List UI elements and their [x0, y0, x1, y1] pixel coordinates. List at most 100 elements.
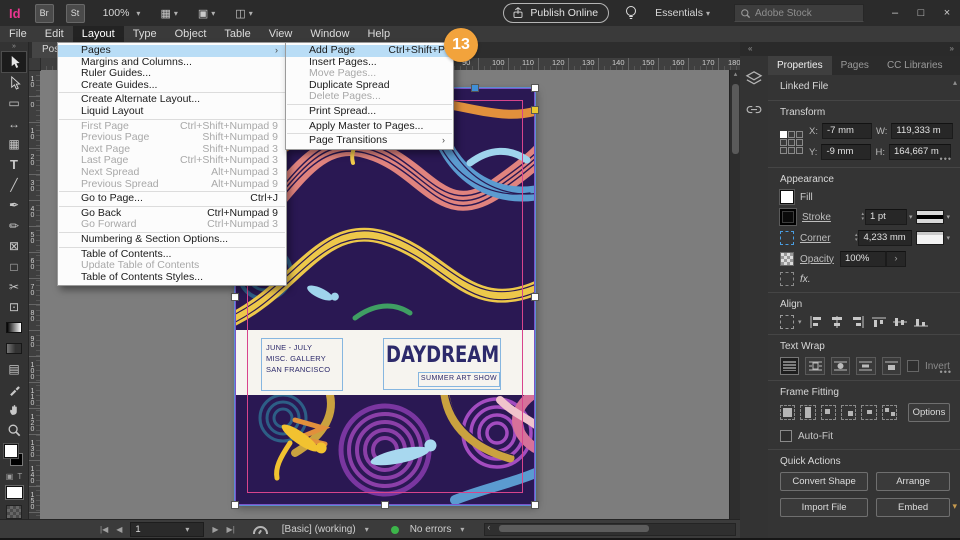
fit-content-to-frame-icon[interactable] — [841, 405, 856, 420]
arrange-documents-dropdown-icon[interactable]: ▾ — [249, 9, 253, 18]
corner-radius-value[interactable]: 4,233 mm — [858, 230, 912, 246]
transform-more-icon[interactable]: ••• — [940, 154, 952, 164]
convert-shape-button[interactable]: Convert Shape — [780, 472, 868, 491]
align-center-vertical-icon[interactable] — [893, 316, 907, 328]
tab-pages[interactable]: Pages — [832, 56, 878, 75]
screen-mode-icon[interactable]: ▣ — [198, 7, 208, 20]
stroke-style-dropdown[interactable]: ▾ — [916, 210, 950, 224]
preflight-dropdown-icon[interactable]: ▾ — [365, 525, 369, 534]
pages-panel-icon[interactable] — [745, 70, 763, 86]
scroll-left-icon[interactable]: ‹ — [487, 522, 490, 532]
submenu-item-print-spread[interactable]: Print Spread... — [286, 106, 453, 118]
arrange-button[interactable]: Arrange — [876, 472, 950, 491]
last-page-button[interactable]: ▶| — [227, 525, 235, 534]
handle-content-yellow[interactable] — [531, 106, 539, 114]
first-page-button[interactable]: |◀ — [100, 525, 108, 534]
handle-bottom-left[interactable] — [231, 501, 239, 509]
content-collector-tool[interactable]: ▦ — [2, 134, 26, 154]
menu-item-numbering-section-options[interactable]: Numbering & Section Options... — [58, 234, 286, 246]
expand-panel-icon[interactable]: » — [950, 44, 954, 53]
fit-frame-to-content-icon[interactable] — [821, 405, 836, 420]
maximize-button[interactable]: □ — [908, 7, 934, 19]
center-content-icon[interactable] — [861, 405, 876, 420]
wrap-object-shape-icon[interactable] — [831, 357, 850, 375]
menu-window[interactable]: Window — [301, 26, 358, 42]
publish-online-button[interactable]: Publish Online — [503, 3, 609, 23]
corner-radius-stepper[interactable]: ▴▾ 4,233 mm — [855, 230, 913, 246]
text-wrap-more-icon[interactable]: ••• — [940, 367, 952, 377]
gradient-feather-tool[interactable] — [2, 338, 26, 358]
arrange-documents-icon[interactable]: ◫ — [235, 7, 245, 20]
corner-options-swatch[interactable] — [780, 231, 794, 245]
page-dropdown-icon[interactable]: ▾ — [185, 525, 189, 534]
submenu-item-apply-master[interactable]: Apply Master to Pages... — [286, 121, 453, 133]
toolbar-collapse-icon[interactable]: » — [12, 42, 16, 52]
screen-mode-button[interactable] — [6, 505, 22, 519]
menu-file[interactable]: File — [0, 26, 36, 42]
adobe-stock-search[interactable]: Adobe Stock — [734, 4, 864, 22]
fill-swatch[interactable] — [4, 444, 18, 458]
handle-middle-right[interactable] — [531, 293, 539, 301]
horizontal-scroll-thumb[interactable] — [499, 525, 649, 532]
eyedropper-tool[interactable] — [2, 379, 26, 399]
hand-tool[interactable] — [2, 399, 26, 419]
previous-page-button[interactable]: ◀ — [116, 525, 122, 534]
handle-bottom-center[interactable] — [381, 501, 389, 509]
align-to-selector[interactable]: ▾ — [780, 315, 802, 329]
collapse-panel-icon[interactable]: « — [748, 44, 752, 53]
y-field[interactable]: -9 mm — [821, 144, 871, 160]
frame-tool[interactable]: ⊠ — [2, 236, 26, 256]
fx-button[interactable]: fx. — [800, 274, 811, 285]
invert-checkbox[interactable] — [907, 360, 919, 372]
lightbulb-icon[interactable] — [623, 4, 639, 22]
opacity-expand-icon[interactable]: › — [886, 251, 906, 267]
opacity-value[interactable]: 100% — [840, 251, 886, 267]
errors-dropdown-icon[interactable]: ▾ — [460, 525, 464, 534]
rectangle-tool[interactable]: □ — [2, 256, 26, 276]
errors-label[interactable]: No errors — [410, 524, 452, 535]
align-right-icon[interactable] — [851, 316, 865, 328]
poster-schedule-frame[interactable]: JUNE - JULY MISC. GALLERY SAN FRANCISCO — [261, 338, 343, 391]
menu-item-liquid-layout[interactable]: Liquid Layout — [58, 106, 286, 118]
pen-tool[interactable]: ✒ — [2, 195, 26, 215]
stroke-color-swatch[interactable] — [780, 209, 796, 225]
fitting-options-button[interactable]: Options — [908, 403, 950, 422]
opacity-field[interactable]: 100% › — [840, 251, 906, 267]
align-center-horizontal-icon[interactable] — [830, 316, 844, 328]
vertical-scroll-thumb[interactable] — [732, 84, 739, 154]
auto-fit-checkbox[interactable] — [780, 430, 792, 442]
corner-link[interactable]: Corner — [800, 233, 831, 244]
line-tool[interactable]: ╱ — [2, 175, 26, 195]
fit-content-proportionally-icon[interactable] — [800, 405, 815, 420]
gap-tool[interactable]: ↔ — [2, 113, 26, 133]
zoom-dropdown-icon[interactable]: ▾ — [136, 9, 140, 18]
bridge-button[interactable]: Br — [35, 4, 54, 23]
jump-next-column-icon[interactable] — [882, 357, 901, 375]
scissors-tool[interactable]: ✂ — [2, 277, 26, 297]
handle-content-blue[interactable] — [471, 84, 479, 92]
reference-point-grid[interactable] — [780, 131, 803, 154]
menu-object[interactable]: Object — [166, 26, 216, 42]
type-tool[interactable]: T — [2, 154, 26, 174]
menu-item-create-guides[interactable]: Create Guides... — [58, 80, 286, 92]
submenu-item-page-transitions[interactable]: Page Transitions› — [286, 135, 453, 147]
ruler-origin-box[interactable] — [28, 58, 41, 71]
menu-item-go-to-page[interactable]: Go to Page...Ctrl+J — [58, 193, 286, 205]
fill-stroke-swatches[interactable] — [2, 443, 26, 468]
handle-bottom-right[interactable] — [531, 501, 539, 509]
handle-middle-left[interactable] — [231, 293, 239, 301]
view-options-icon[interactable]: ▦ — [160, 7, 170, 20]
content-aware-fit-icon[interactable] — [882, 405, 897, 420]
zoom-tool[interactable] — [2, 420, 26, 440]
selection-tool[interactable] — [2, 52, 26, 72]
fill-frame-proportionally-icon[interactable] — [780, 405, 795, 420]
preflight-preset[interactable]: [Basic] (working) — [282, 524, 356, 535]
workspace-switcher[interactable]: Essentials — [655, 7, 703, 19]
next-page-button[interactable]: ▶ — [212, 525, 218, 534]
stock-button[interactable]: St — [66, 4, 85, 23]
formatting-container-toggle[interactable]: ▣ — [6, 472, 14, 481]
stroke-weight-dropdown-icon[interactable]: ▾ — [909, 213, 913, 221]
x-field[interactable]: -7 mm — [822, 123, 872, 139]
zoom-level-value[interactable]: 100% — [103, 7, 130, 19]
w-field[interactable]: 119,333 m — [891, 123, 953, 139]
